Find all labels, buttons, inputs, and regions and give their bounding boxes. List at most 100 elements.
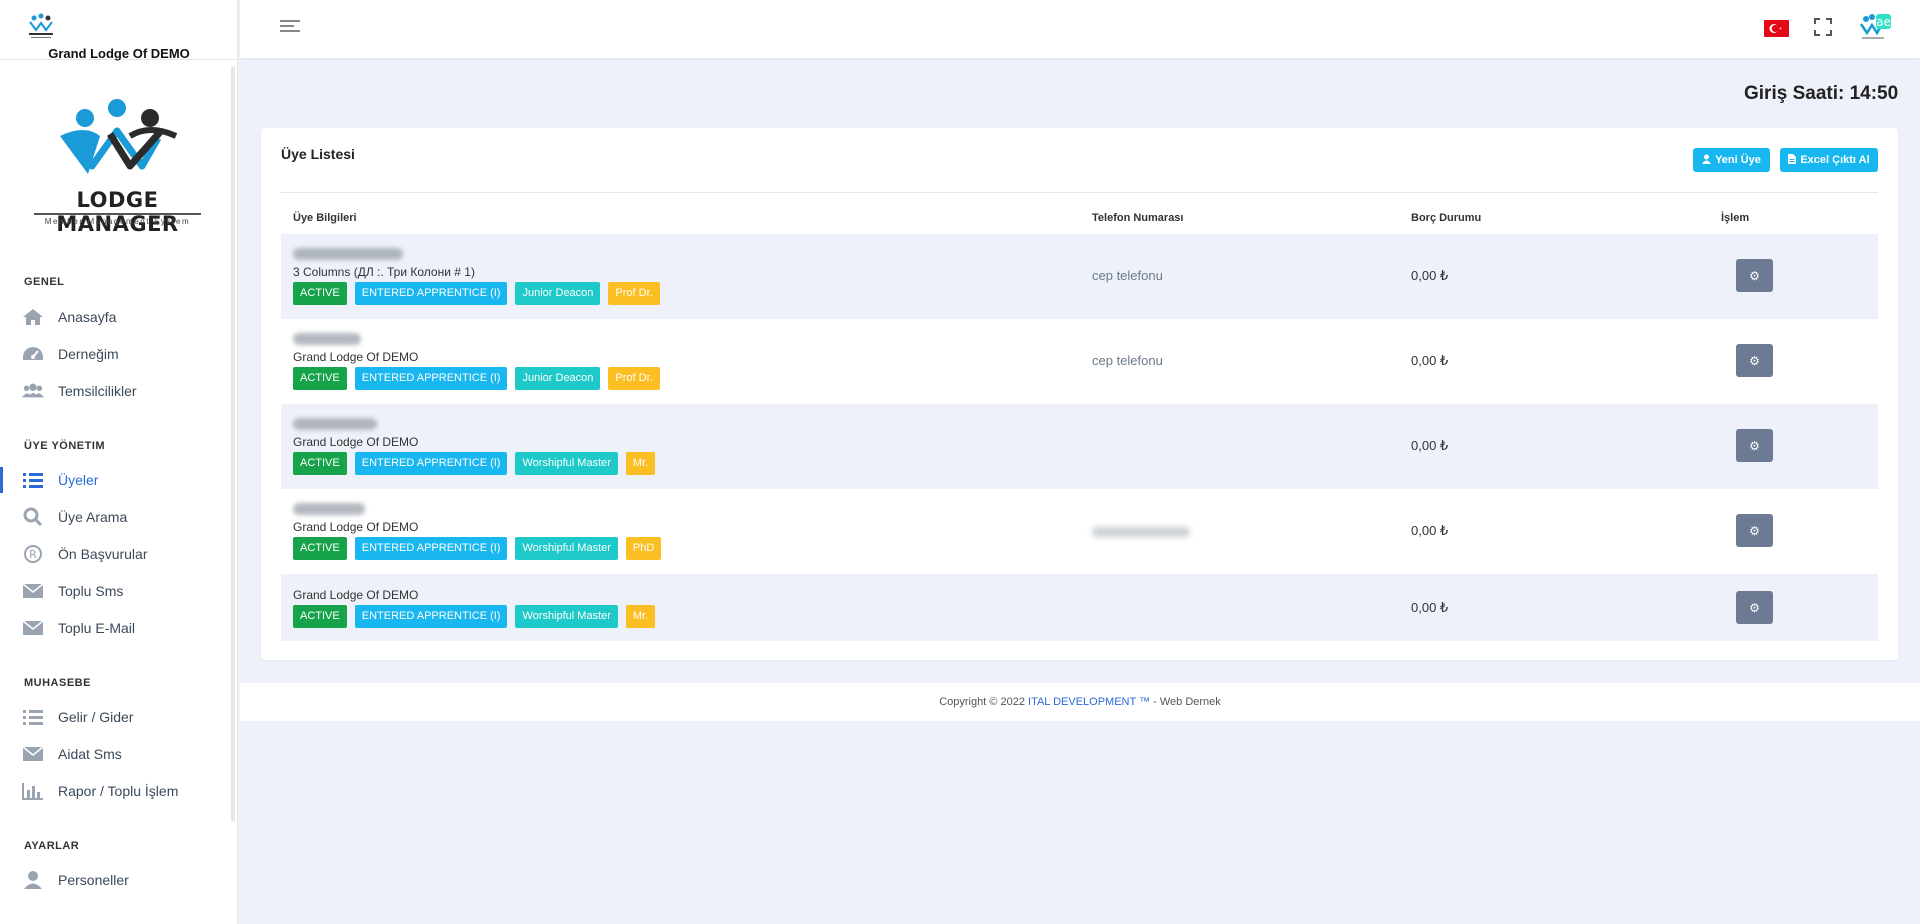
sidebar-item-uye-arama[interactable]: Üye Arama — [0, 502, 236, 532]
turkey-flag-icon[interactable] — [1764, 20, 1789, 37]
sidebar-item-gelir-gider[interactable]: Gelir / Gider — [0, 702, 236, 732]
home-icon — [22, 307, 44, 327]
settings-button[interactable]: ⚙ — [1736, 344, 1773, 377]
member-name-redacted — [293, 248, 403, 260]
member-lodge: Grand Lodge Of DEMO — [293, 350, 419, 364]
menu-section-uye-yonetim: ÜYE YÖNETIM — [24, 440, 106, 452]
member-name-redacted — [293, 333, 361, 345]
sidebar-item-label: Temsilcilikler — [58, 383, 137, 399]
status-badge: ACTIVE — [293, 282, 347, 305]
member-lodge: Grand Lodge Of DEMO — [293, 435, 419, 449]
logo-tagline: Member Management System — [34, 213, 201, 226]
role-badge: Worshipful Master — [515, 452, 618, 475]
col-header-member[interactable]: Üye Bilgileri — [293, 212, 357, 224]
new-member-button[interactable]: Yeni Üye — [1693, 148, 1770, 172]
member-badges: ACTIVE ENTERED APPRENTICE (I) Junior Dea… — [293, 282, 660, 305]
degree-badge: ENTERED APPRENTICE (I) — [354, 452, 508, 475]
member-debt: 0,00 ₺ — [1411, 600, 1449, 615]
registered-icon: R — [22, 544, 44, 564]
gear-icon: ⚙ — [1749, 600, 1760, 615]
envelope-icon — [22, 618, 44, 638]
gear-icon: ⚙ — [1749, 353, 1760, 368]
settings-button[interactable]: ⚙ — [1736, 514, 1773, 547]
status-badge: ACTIVE — [293, 605, 347, 628]
sidebar-item-rapor[interactable]: Rapor / Toplu İşlem — [0, 776, 236, 806]
role-badge: Worshipful Master — [515, 537, 618, 560]
sidebar-header: Grand Lodge Of DEMO — [0, 0, 237, 61]
col-header-phone[interactable]: Telefon Numarası — [1092, 212, 1184, 224]
member-table: Üye Bilgileri Telefon Numarası Borç Duru… — [281, 192, 1878, 641]
sidebar-item-label: Toplu Sms — [58, 583, 124, 599]
sidebar-item-dernegim[interactable]: Derneğim — [0, 339, 236, 369]
sidebar-item-personeller[interactable]: Personeller — [0, 865, 236, 895]
gear-icon: ⚙ — [1749, 523, 1760, 538]
title-badge: Prof Dr. — [608, 282, 660, 305]
list-icon — [22, 470, 44, 490]
envelope-icon — [22, 744, 44, 764]
member-badges: ACTIVE ENTERED APPRENTICE (I) Worshipful… — [293, 537, 662, 560]
sidebar-item-label: Üyeler — [58, 472, 99, 488]
sidebar-item-toplu-sms[interactable]: Toplu Sms — [0, 576, 236, 606]
login-time: Giriş Saati: 14:50 — [1744, 83, 1899, 104]
menu-section-ayarlar: AYARLAR — [24, 840, 80, 852]
sidebar-item-temsilcilikler[interactable]: Temsilcilikler — [0, 376, 236, 406]
menu-section-muhasebe: MUHASEBE — [24, 677, 91, 689]
table-row: Grand Lodge Of DEMO ACTIVE ENTERED APPRE… — [281, 319, 1878, 404]
title-badge: Mr. — [625, 452, 656, 475]
settings-button[interactable]: ⚙ — [1736, 429, 1773, 462]
member-lodge: Grand Lodge Of DEMO — [293, 520, 419, 534]
settings-button[interactable]: ⚙ — [1736, 591, 1773, 624]
excel-export-button[interactable]: Excel Çıktı Al — [1780, 148, 1878, 172]
list-icon — [22, 707, 44, 727]
menu-icon[interactable] — [280, 20, 300, 36]
sidebar-item-aidat-sms[interactable]: Aidat Sms — [0, 739, 236, 769]
status-badge: ACTIVE — [293, 452, 347, 475]
mini-logo-icon — [29, 13, 53, 38]
degree-badge: ENTERED APPRENTICE (I) — [354, 537, 508, 560]
svg-text:ae: ae — [1876, 15, 1891, 29]
dashboard-icon — [22, 344, 44, 364]
footer: Copyright © 2022 ITAL DEVELOPMENT ™ - We… — [240, 683, 1920, 721]
new-member-label: Yeni Üye — [1715, 154, 1761, 166]
footer-company-link[interactable]: ITAL DEVELOPMENT ™ — [1028, 696, 1150, 708]
table-row: 3 Columns (ДЛ :. Три Колони # 1) ACTIVE … — [281, 234, 1878, 319]
sidebar-org-name: Grand Lodge Of DEMO — [48, 46, 190, 61]
member-lodge: Grand Lodge Of DEMO — [293, 588, 419, 602]
footer-copyright: Copyright © 2022 — [939, 696, 1025, 708]
envelope-icon — [22, 581, 44, 601]
file-icon — [1788, 153, 1797, 167]
member-name-redacted — [293, 503, 365, 515]
avatar-icon[interactable]: ae — [1858, 12, 1892, 42]
table-row: Grand Lodge Of DEMO ACTIVE ENTERED APPRE… — [281, 489, 1878, 574]
member-phone: cep telefonu — [1092, 353, 1163, 368]
users-icon — [22, 381, 44, 401]
user-icon — [22, 870, 44, 890]
top-bar: ae — [240, 0, 1920, 58]
col-header-debt[interactable]: Borç Durumu — [1411, 212, 1481, 224]
svg-text:R: R — [29, 548, 37, 561]
member-phone: cep telefonu — [1092, 268, 1163, 283]
degree-badge: ENTERED APPRENTICE (I) — [354, 605, 508, 628]
sidebar-item-label: Aidat Sms — [58, 746, 122, 762]
table-row: Grand Lodge Of DEMO ACTIVE ENTERED APPRE… — [281, 574, 1878, 641]
sidebar-item-anasayfa[interactable]: Anasayfa — [0, 302, 236, 332]
col-header-action[interactable]: İşlem — [1721, 212, 1749, 224]
sidebar-item-toplu-email[interactable]: Toplu E-Mail — [0, 613, 236, 643]
sidebar-item-label: Toplu E-Mail — [58, 620, 136, 636]
table-row: Grand Lodge Of DEMO ACTIVE ENTERED APPRE… — [281, 404, 1878, 489]
title-badge: Mr. — [625, 605, 656, 628]
card-title: Üye Listesi — [281, 146, 355, 162]
member-debt: 0,00 ₺ — [1411, 268, 1449, 283]
member-debt: 0,00 ₺ — [1411, 523, 1449, 538]
sidebar-item-on-basvurular[interactable]: R Ön Başvurular — [0, 539, 236, 569]
sidebar-item-uyeler[interactable]: Üyeler — [0, 465, 236, 495]
title-badge: Prof Dr. — [608, 367, 660, 390]
role-badge: Junior Deacon — [515, 282, 601, 305]
member-lodge: 3 Columns (ДЛ :. Три Колони # 1) — [293, 265, 475, 279]
fullscreen-icon[interactable] — [1814, 18, 1832, 36]
member-badges: ACTIVE ENTERED APPRENTICE (I) Worshipful… — [293, 452, 656, 475]
member-debt: 0,00 ₺ — [1411, 438, 1449, 453]
title-badge: PhD — [625, 537, 662, 560]
sidebar-item-label: Gelir / Gider — [58, 709, 134, 725]
settings-button[interactable]: ⚙ — [1736, 259, 1773, 292]
